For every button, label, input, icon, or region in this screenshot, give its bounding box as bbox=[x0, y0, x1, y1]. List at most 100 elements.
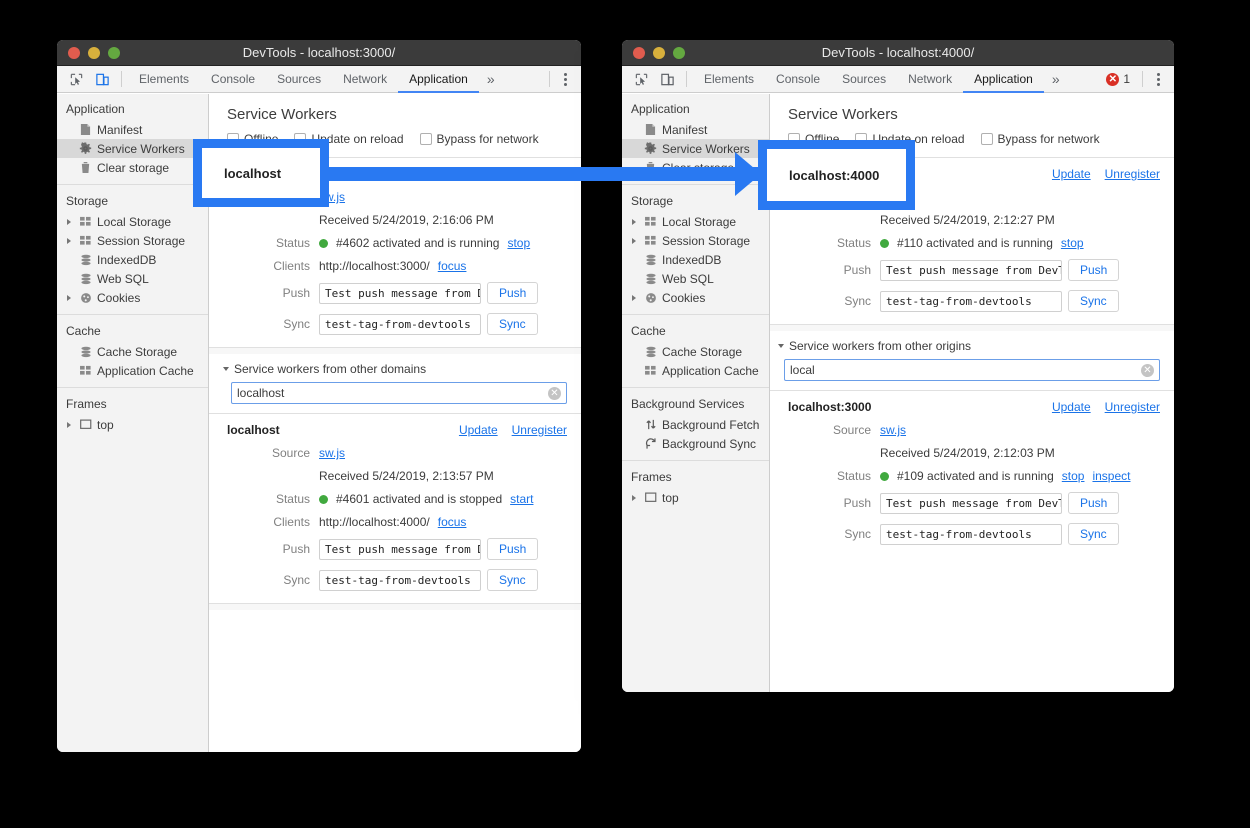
sync-button[interactable]: Sync bbox=[1068, 523, 1119, 545]
sidebar-item-clear-storage[interactable]: Clear storage bbox=[622, 158, 769, 177]
tab-sources[interactable]: Sources bbox=[266, 66, 332, 93]
kebab-menu-icon[interactable] bbox=[556, 73, 575, 86]
chevron-right-icon[interactable] bbox=[67, 295, 71, 301]
tab-application[interactable]: Application bbox=[398, 66, 479, 93]
chevron-down-icon[interactable] bbox=[223, 367, 229, 371]
sync-button[interactable]: Sync bbox=[487, 569, 538, 591]
unregister-link[interactable]: Unregister bbox=[512, 423, 567, 437]
inspect-cursor-icon[interactable] bbox=[63, 68, 89, 90]
offline-checkbox[interactable]: Offline bbox=[227, 132, 278, 146]
maximize-button[interactable] bbox=[673, 47, 685, 59]
sidebar-item-cache-storage[interactable]: Cache Storage bbox=[57, 342, 208, 361]
sidebar-item-service-workers[interactable]: Service Workers bbox=[622, 139, 769, 158]
other-origins-toggle[interactable]: Service workers from other origins bbox=[770, 331, 1174, 359]
filter-input[interactable]: local ✕ bbox=[784, 359, 1160, 381]
tab-elements[interactable]: Elements bbox=[128, 66, 200, 93]
push-button[interactable]: Push bbox=[1068, 259, 1119, 281]
push-input[interactable]: Test push message from De bbox=[319, 539, 481, 560]
source-link[interactable]: sw.js bbox=[880, 423, 906, 437]
tab-console[interactable]: Console bbox=[200, 66, 266, 93]
checkbox-box[interactable] bbox=[420, 133, 432, 145]
bypass-for-network-checkbox[interactable]: Bypass for network bbox=[981, 132, 1100, 146]
maximize-button[interactable] bbox=[108, 47, 120, 59]
tab-sources[interactable]: Sources bbox=[831, 66, 897, 93]
update-link[interactable]: Update bbox=[1052, 167, 1091, 181]
sidebar-item-cache-storage[interactable]: Cache Storage bbox=[622, 342, 769, 361]
source-link[interactable]: sw.js bbox=[880, 190, 906, 204]
sidebar-item-background-fetch[interactable]: Background Fetch bbox=[622, 415, 769, 434]
filter-input[interactable]: localhost ✕ bbox=[231, 382, 567, 404]
close-button[interactable] bbox=[633, 47, 645, 59]
stop-link[interactable]: stop bbox=[1062, 469, 1085, 483]
chevron-right-icon[interactable] bbox=[67, 422, 71, 428]
sidebar-item-local-storage[interactable]: Local Storage bbox=[622, 212, 769, 231]
window-controls-left[interactable] bbox=[68, 47, 120, 59]
sidebar-item-cookies[interactable]: Cookies bbox=[622, 288, 769, 307]
chevron-down-icon[interactable] bbox=[778, 344, 784, 348]
minimize-button[interactable] bbox=[88, 47, 100, 59]
update-on-reload-checkbox[interactable]: Update on reload bbox=[294, 132, 403, 146]
sidebar-item-indexeddb[interactable]: IndexedDB bbox=[57, 250, 208, 269]
sidebar-item-application-cache[interactable]: Application Cache bbox=[57, 361, 208, 380]
tab-console[interactable]: Console bbox=[765, 66, 831, 93]
sidebar-item-cookies[interactable]: Cookies bbox=[57, 288, 208, 307]
sidebar-item-indexeddb[interactable]: IndexedDB bbox=[622, 250, 769, 269]
push-button[interactable]: Push bbox=[1068, 492, 1119, 514]
unregister-link[interactable]: Unregister bbox=[1105, 400, 1160, 414]
sidebar-item-top[interactable]: top bbox=[57, 415, 208, 434]
inspect-link[interactable]: inspect bbox=[1092, 469, 1130, 483]
focus-link[interactable]: focus bbox=[438, 259, 467, 273]
clear-icon[interactable]: ✕ bbox=[1141, 364, 1154, 377]
update-link[interactable]: Update bbox=[459, 423, 498, 437]
tab-elements[interactable]: Elements bbox=[693, 66, 765, 93]
sidebar-item-application-cache[interactable]: Application Cache bbox=[622, 361, 769, 380]
stop-link[interactable]: stop bbox=[1061, 236, 1084, 250]
unregister-link[interactable]: Unregister bbox=[1105, 167, 1160, 181]
sync-input[interactable]: test-tag-from-devtools bbox=[880, 524, 1062, 545]
push-input[interactable]: Test push message from DevTo bbox=[880, 260, 1062, 281]
more-tabs-icon[interactable]: » bbox=[1044, 66, 1068, 93]
tab-network[interactable]: Network bbox=[897, 66, 963, 93]
source-link[interactable]: sw.js bbox=[319, 190, 345, 204]
window-controls-right[interactable] bbox=[633, 47, 685, 59]
sync-input[interactable]: test-tag-from-devtools bbox=[319, 570, 481, 591]
offline-checkbox[interactable]: Offline bbox=[788, 132, 839, 146]
sidebar-item-manifest[interactable]: Manifest bbox=[622, 120, 769, 139]
chevron-right-icon[interactable] bbox=[67, 219, 71, 225]
bypass-for-network-checkbox[interactable]: Bypass for network bbox=[420, 132, 539, 146]
sidebar-item-background-sync[interactable]: Background Sync bbox=[622, 434, 769, 453]
stop-link[interactable]: stop bbox=[507, 236, 530, 250]
sync-button[interactable]: Sync bbox=[487, 313, 538, 335]
start-link[interactable]: start bbox=[510, 492, 533, 506]
sync-button[interactable]: Sync bbox=[1068, 290, 1119, 312]
push-button[interactable]: Push bbox=[487, 282, 538, 304]
update-on-reload-checkbox[interactable]: Update on reload bbox=[855, 132, 964, 146]
inspect-cursor-icon[interactable] bbox=[628, 68, 654, 90]
close-button[interactable] bbox=[68, 47, 80, 59]
update-link[interactable]: Update bbox=[459, 167, 498, 181]
sync-input[interactable]: test-tag-from-devtools bbox=[880, 291, 1062, 312]
other-domains-toggle[interactable]: Service workers from other domains bbox=[209, 354, 581, 382]
chevron-right-icon[interactable] bbox=[632, 295, 636, 301]
device-toolbar-icon[interactable] bbox=[654, 68, 680, 90]
clear-icon[interactable]: ✕ bbox=[548, 387, 561, 400]
chevron-right-icon[interactable] bbox=[67, 238, 71, 244]
more-tabs-icon[interactable]: » bbox=[479, 66, 503, 93]
source-link[interactable]: sw.js bbox=[319, 446, 345, 460]
minimize-button[interactable] bbox=[653, 47, 665, 59]
tab-application[interactable]: Application bbox=[963, 66, 1044, 93]
checkbox-box[interactable] bbox=[855, 133, 867, 145]
sync-input[interactable]: test-tag-from-devtools bbox=[319, 314, 481, 335]
sidebar-item-manifest[interactable]: Manifest bbox=[57, 120, 208, 139]
chevron-right-icon[interactable] bbox=[632, 238, 636, 244]
push-input[interactable]: Test push message from DevTo bbox=[880, 493, 1062, 514]
sidebar-item-top[interactable]: top bbox=[622, 488, 769, 507]
checkbox-box[interactable] bbox=[981, 133, 993, 145]
sidebar-item-session-storage[interactable]: Session Storage bbox=[57, 231, 208, 250]
focus-link[interactable]: focus bbox=[438, 515, 467, 529]
sidebar-item-session-storage[interactable]: Session Storage bbox=[622, 231, 769, 250]
kebab-menu-icon[interactable] bbox=[1149, 73, 1168, 86]
chevron-right-icon[interactable] bbox=[632, 495, 636, 501]
unregister-link[interactable]: Unregister bbox=[512, 167, 567, 181]
sidebar-item-service-workers[interactable]: Service Workers bbox=[57, 139, 208, 158]
